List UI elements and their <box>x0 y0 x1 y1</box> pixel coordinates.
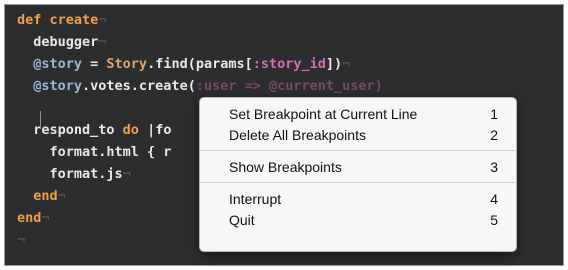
eol-marker: ¬ <box>57 188 66 204</box>
code-token: respond_to <box>17 122 123 138</box>
menu-separator <box>200 182 516 183</box>
code-token: |fo <box>138 122 172 138</box>
code-token: :user => @current_user) <box>195 78 383 94</box>
menu-item-shortcut: 1 <box>490 105 498 122</box>
menu-item-shortcut: 5 <box>490 211 498 228</box>
code-line[interactable]: format.js¬ <box>17 163 131 185</box>
text-cursor <box>40 111 41 129</box>
menu-item-interrupt[interactable]: Interrupt 4 <box>200 188 516 209</box>
code-token: Story <box>106 56 148 72</box>
menu-item-quit[interactable]: Quit 5 <box>200 209 516 230</box>
debugger-context-menu: Set Breakpoint at Current Line 1 Delete Al… <box>199 97 517 252</box>
menu-item-shortcut: 4 <box>490 190 498 207</box>
eol-marker: ¬ <box>122 166 131 182</box>
menu-item-label: Delete All Breakpoints <box>229 126 366 143</box>
code-token: create <box>49 12 99 28</box>
code-token: do <box>122 122 139 138</box>
code-line[interactable] <box>17 97 33 119</box>
menu-item-set-breakpoint-at-current-line[interactable]: Set Breakpoint at Current Line 1 <box>200 103 516 124</box>
code-line[interactable]: end¬ <box>17 207 50 229</box>
code-token: ]) <box>325 56 343 72</box>
code-token: format.js <box>17 166 123 182</box>
code-token: .find(params[ <box>147 56 253 72</box>
code-token: debugger <box>17 34 99 50</box>
menu-item-shortcut: 2 <box>490 126 498 143</box>
code-token: @story <box>17 78 83 94</box>
menu-item-label: Quit <box>229 211 255 228</box>
menu-item-delete-all-breakpoints[interactable]: Delete All Breakpoints 2 <box>200 124 516 145</box>
code-line[interactable]: format.html { r <box>17 141 172 163</box>
menu-item-show-breakpoints[interactable]: Show Breakpoints 3 <box>200 156 516 177</box>
code-line[interactable]: @story = Story.find(params[:story_id])¬ <box>17 53 350 75</box>
eol-marker: ¬ <box>342 56 351 72</box>
menu-item-label: Show Breakpoints <box>229 158 342 175</box>
menu-separator <box>200 150 516 151</box>
menu-item-shortcut: 3 <box>490 158 498 175</box>
code-token: end <box>17 210 42 226</box>
code-token: = <box>82 56 107 72</box>
code-token: def <box>17 12 50 28</box>
code-token: @story <box>17 56 83 72</box>
code-token: .votes.create( <box>82 78 196 94</box>
code-line[interactable]: ¬ <box>17 229 25 251</box>
code-line[interactable]: @story.votes.create(:user => @current_us… <box>17 75 383 97</box>
menu-item-label: Interrupt <box>229 190 282 207</box>
eol-marker: ¬ <box>17 232 26 248</box>
menu-item-label: Set Breakpoint at Current Line <box>229 105 418 122</box>
eol-marker: ¬ <box>98 12 107 28</box>
eol-marker: ¬ <box>41 210 50 226</box>
eol-marker: ¬ <box>98 34 107 50</box>
code-line[interactable]: end¬ <box>17 185 66 207</box>
code-token: :story_id <box>252 56 326 72</box>
code-token: format.html { r <box>17 144 172 160</box>
code-line[interactable]: def create¬ <box>17 9 106 31</box>
code-line[interactable]: debugger¬ <box>17 31 106 53</box>
code-token: end <box>17 188 58 204</box>
